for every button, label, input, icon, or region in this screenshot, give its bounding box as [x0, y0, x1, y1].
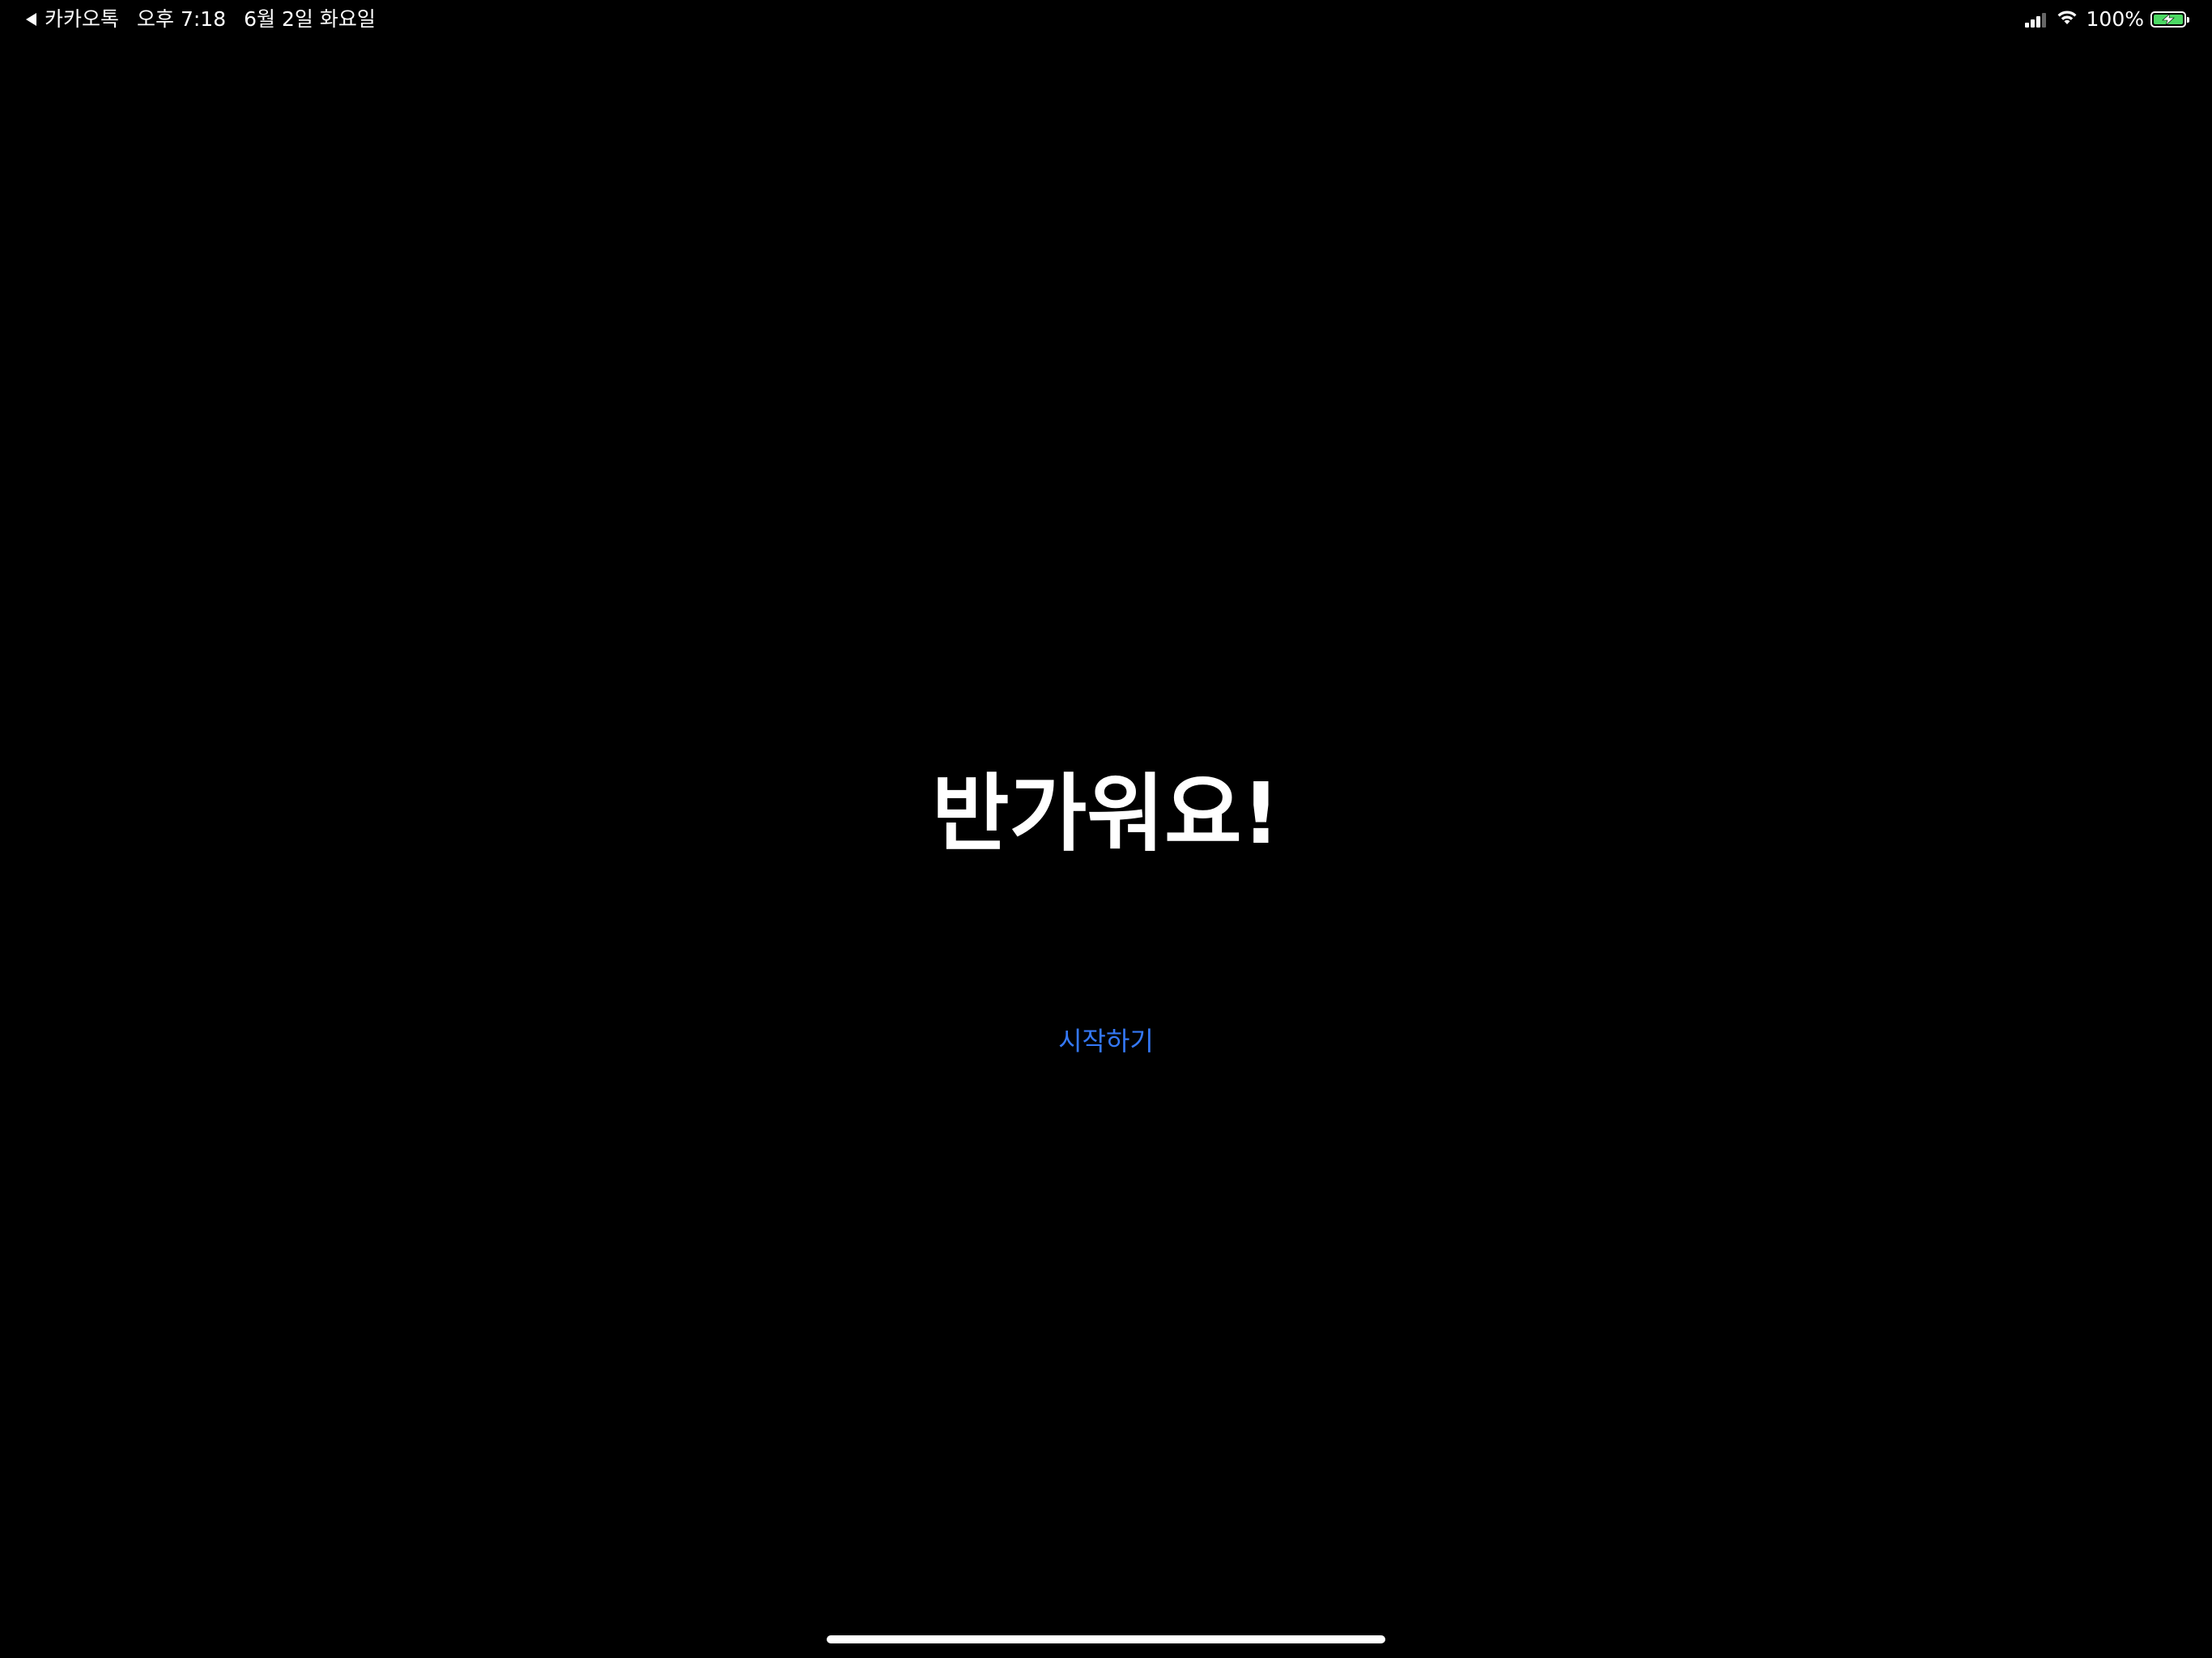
start-button[interactable]: 시작하기: [1025, 1018, 1187, 1064]
status-date: 6월 2일 화요일: [244, 7, 376, 31]
status-time: 오후 7:18: [137, 7, 227, 31]
battery-cap: [2187, 17, 2189, 23]
greeting-title: 반가워요!: [931, 764, 1281, 863]
status-bar: 카카오톡 오후 7:18 6월 2일 화요일 100%: [0, 0, 2212, 39]
cellular-signal-icon: [2023, 11, 2046, 28]
charging-bolt-icon: [2162, 13, 2175, 26]
battery-percent: 100%: [2086, 7, 2144, 31]
back-arrow-icon[interactable]: [26, 13, 36, 26]
back-to-app-label[interactable]: 카카오톡: [45, 5, 119, 34]
home-indicator[interactable]: [827, 1635, 1385, 1643]
battery-icon: [2150, 11, 2189, 28]
wifi-icon: [2056, 5, 2078, 34]
welcome-screen: 카카오톡 오후 7:18 6월 2일 화요일 100% 반가워요! 시작하기: [0, 0, 2212, 1658]
status-bar-left[interactable]: 카카오톡 오후 7:18 6월 2일 화요일: [26, 5, 376, 34]
status-bar-right: 100%: [2023, 5, 2189, 34]
